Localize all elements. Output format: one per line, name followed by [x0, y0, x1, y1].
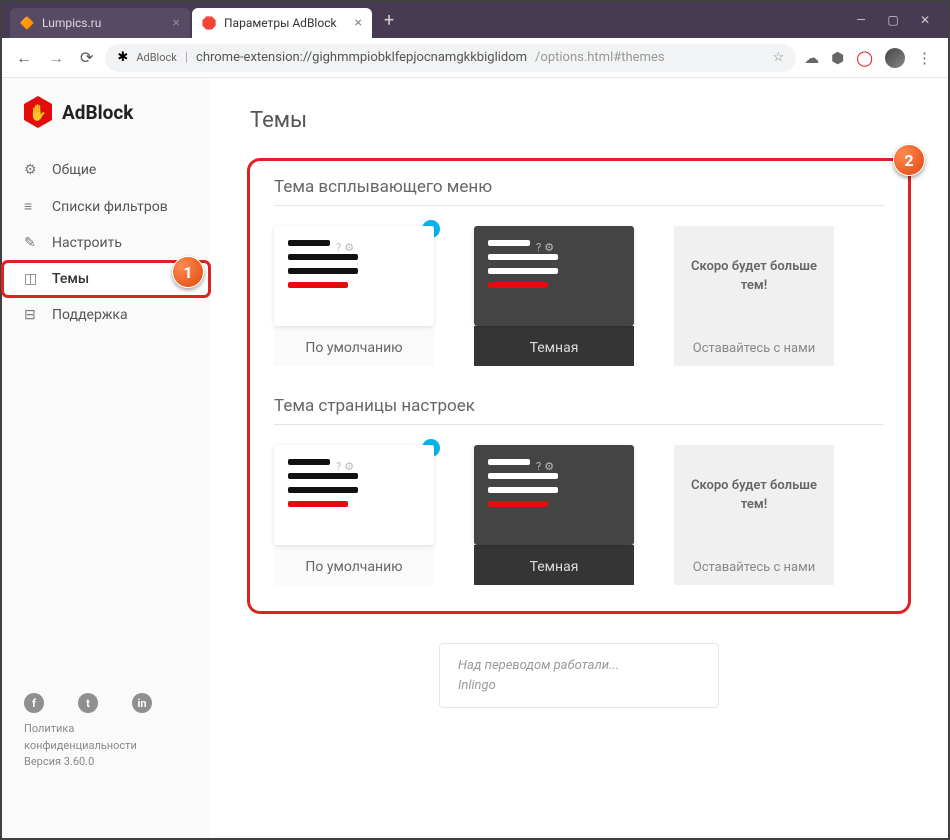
close-icon[interactable]: ×	[173, 15, 180, 31]
translator-credit: Над переводом работали... Inlingo	[439, 643, 719, 708]
back-button[interactable]: ←	[12, 44, 36, 72]
theme-card-default[interactable]: ✓ ?⚙ По умолчанию	[274, 445, 434, 585]
translator-line1: Над переводом работали...	[458, 656, 700, 676]
tab-strip: 🔶 Lumpics.ru × 🛑 Параметры AdBlock × +	[2, 2, 404, 38]
sidebar-item-label: Поддержка	[52, 307, 128, 323]
new-tab-button[interactable]: +	[374, 10, 404, 31]
omnibox[interactable]: ✱ AdBlock | chrome-extension://gighmmpio…	[105, 44, 796, 72]
theme-preview-light: ?⚙	[274, 445, 434, 545]
minimize-button[interactable]: —	[854, 13, 868, 27]
sidebar-item-label: Общие	[52, 162, 96, 178]
more-themes-sub: Оставайтесь с нами	[674, 546, 834, 585]
translator-line2: Inlingo	[458, 676, 700, 696]
theme-preview-dark: ?⚙	[474, 445, 634, 545]
twitter-icon[interactable]: t	[78, 693, 98, 713]
window-titlebar: 🔶 Lumpics.ru × 🛑 Параметры AdBlock × + —…	[2, 2, 948, 38]
close-icon[interactable]: ×	[355, 15, 362, 31]
reload-button[interactable]: ⟳	[76, 44, 97, 71]
theme-preview-light: ?⚙	[274, 226, 434, 326]
more-themes-title: Скоро будет больше тем!	[674, 227, 834, 327]
window-controls: — ▢ ✕	[854, 13, 948, 27]
gear-icon: ⚙	[24, 162, 40, 178]
tab-title: Lumpics.ru	[42, 16, 101, 30]
theme-caption: По умолчанию	[274, 545, 434, 585]
bookmark-icon[interactable]: ☆	[772, 50, 784, 65]
sidebar: ✋ AdBlock ⚙ Общие ≡ Списки фильтров ✎ На…	[2, 78, 210, 838]
theme-card-more: Скоро будет больше тем! Оставайтесь с на…	[674, 226, 834, 366]
section-title-popup: Тема всплывающего меню	[274, 177, 884, 206]
page-body: 1 ✋ AdBlock ⚙ Общие ≡ Списки фильтров ✎ …	[2, 78, 948, 838]
maximize-button[interactable]: ▢	[886, 13, 900, 27]
theme-row-popup: ✓ ?⚙ По умолчанию ?⚙	[274, 226, 884, 366]
help-icon: ?	[336, 460, 341, 473]
brand: ✋ AdBlock	[2, 96, 210, 152]
theme-caption: Темная	[474, 545, 634, 585]
cube-icon[interactable]: ⬢	[831, 49, 844, 67]
content-area: Темы 2 Тема всплывающего меню ✓ ?⚙ По ум…	[210, 78, 948, 838]
version-text: Версия 3.60.0	[24, 754, 188, 771]
help-icon: ?	[536, 241, 541, 254]
tab-favicon-adblock: 🛑	[202, 16, 216, 30]
annotation-badge-1: 1	[172, 256, 204, 288]
tab-adblock-options[interactable]: 🛑 Параметры AdBlock ×	[192, 8, 372, 38]
tab-favicon-lumpics: 🔶	[20, 16, 34, 30]
theme-card-default[interactable]: ✓ ?⚙ По умолчанию	[274, 226, 434, 366]
extension-label: AdBlock	[136, 51, 177, 64]
url-path: /options.html#themes	[535, 50, 665, 65]
sidebar-item-customize[interactable]: ✎ Настроить	[2, 225, 210, 261]
sidebar-item-general[interactable]: ⚙ Общие	[2, 152, 210, 188]
adblock-logo: ✋	[24, 96, 52, 128]
theme-icon: ◫	[24, 271, 40, 287]
opera-icon[interactable]: ◯	[856, 49, 873, 67]
profile-avatar[interactable]	[885, 48, 905, 68]
theme-card-more: Скоро будет больше тем! Оставайтесь с на…	[674, 445, 834, 585]
theme-caption: Темная	[474, 326, 634, 366]
gear-icon: ⚙	[344, 241, 354, 254]
tab-lumpics[interactable]: 🔶 Lumpics.ru ×	[10, 8, 190, 38]
extension-icon: ✱	[117, 50, 128, 65]
help-icon: ?	[536, 460, 541, 473]
sidebar-item-label: Списки фильтров	[52, 199, 168, 215]
forward-button[interactable]: →	[44, 44, 68, 72]
theme-caption: По умолчанию	[274, 326, 434, 366]
brand-name: AdBlock	[62, 101, 133, 124]
gear-icon: ⚙	[544, 460, 554, 473]
cloud-icon[interactable]: ☁	[804, 49, 819, 67]
linkedin-icon[interactable]: in	[132, 693, 152, 713]
gear-icon: ⚙	[344, 460, 354, 473]
tab-title: Параметры AdBlock	[224, 16, 337, 30]
pencil-icon: ✎	[24, 235, 40, 251]
toolbar-extensions: ☁ ⬢ ◯ ⋮	[804, 48, 938, 68]
sidebar-item-support[interactable]: ⊟ Поддержка	[2, 297, 210, 333]
message-icon: ⊟	[24, 307, 40, 323]
theme-preview-dark: ?⚙	[474, 226, 634, 326]
list-icon: ≡	[24, 198, 40, 215]
themes-panel: 2 Тема всплывающего меню ✓ ?⚙ По умолчан…	[250, 161, 908, 611]
theme-row-settings: ✓ ?⚙ По умолчанию ?⚙	[274, 445, 884, 585]
footer-text: Политика конфиденциальности Версия 3.60.…	[2, 713, 210, 775]
close-button[interactable]: ✕	[918, 13, 932, 27]
url-host: chrome-extension://gighmmpiobklfepjocnam…	[196, 50, 527, 65]
gear-icon: ⚙	[544, 241, 554, 254]
sidebar-item-filter-lists[interactable]: ≡ Списки фильтров	[2, 188, 210, 225]
page-title: Темы	[250, 108, 908, 133]
address-bar: ← → ⟳ ✱ AdBlock | chrome-extension://gig…	[2, 38, 948, 78]
facebook-icon[interactable]: f	[24, 693, 44, 713]
menu-button[interactable]: ⋮	[917, 49, 932, 67]
section-title-settings: Тема страницы настроек	[274, 396, 884, 425]
annotation-badge-2: 2	[893, 144, 925, 176]
sidebar-item-label: Настроить	[52, 235, 122, 251]
privacy-link[interactable]: Политика конфиденциальности	[24, 721, 188, 754]
more-themes-title: Скоро будет больше тем!	[674, 446, 834, 546]
theme-card-dark[interactable]: ?⚙ Темная	[474, 445, 634, 585]
more-themes-sub: Оставайтесь с нами	[674, 327, 834, 366]
help-icon: ?	[336, 241, 341, 254]
social-links: f t in	[2, 693, 210, 713]
sidebar-item-label: Темы	[52, 271, 89, 287]
theme-card-dark[interactable]: ?⚙ Темная	[474, 226, 634, 366]
